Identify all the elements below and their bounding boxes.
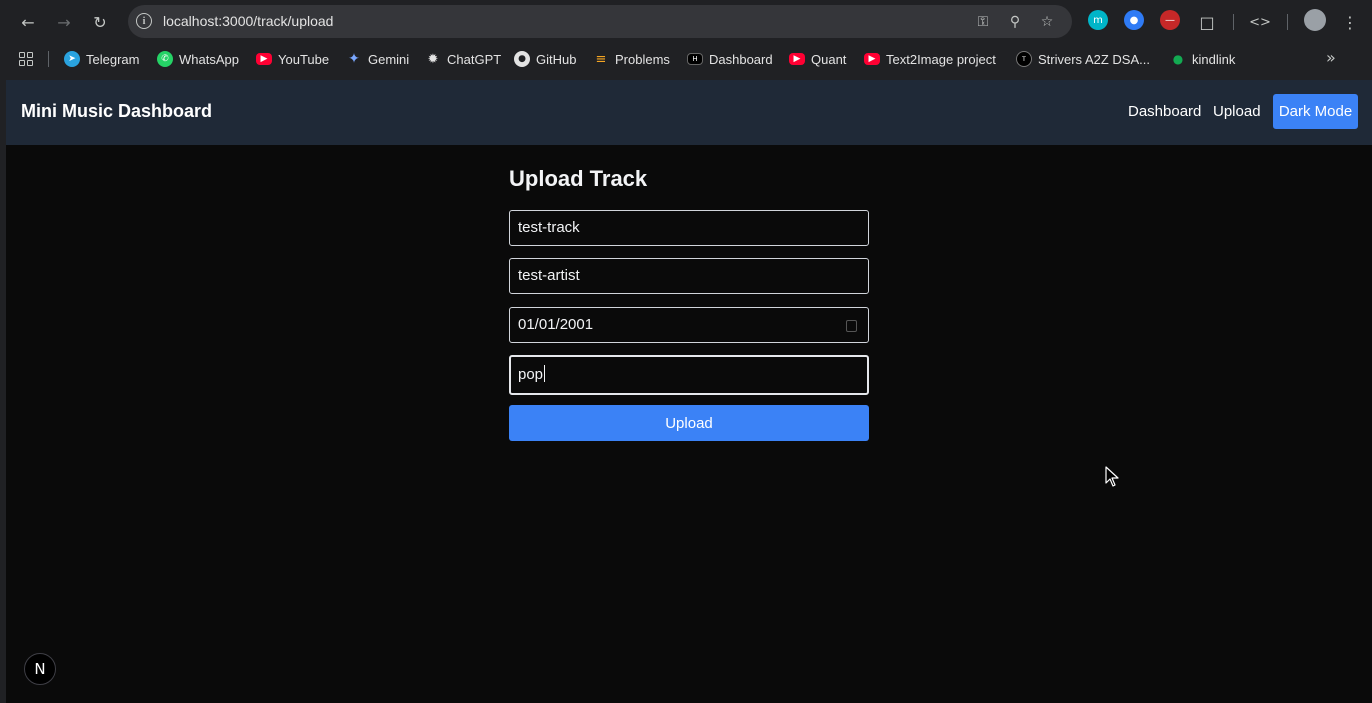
bookmark-whatsapp[interactable]: ✆ WhatsApp: [157, 50, 239, 68]
app-brand[interactable]: Mini Music Dashboard: [21, 101, 212, 122]
back-icon[interactable]: ←: [14, 8, 42, 36]
extension-block-icon[interactable]: —: [1160, 10, 1180, 30]
youtube-icon: ▶: [789, 53, 805, 65]
leaf-icon: ●: [1172, 52, 1184, 66]
devtools-code-icon[interactable]: <>: [1246, 8, 1274, 36]
telegram-icon: ➤: [64, 51, 80, 67]
bookmark-telegram[interactable]: ➤ Telegram: [64, 50, 139, 68]
nav-link-upload[interactable]: Upload: [1213, 103, 1261, 120]
zoom-icon[interactable]: ⚲: [1004, 11, 1026, 33]
bookmark-text2image[interactable]: ▶ Text2Image project: [864, 50, 996, 68]
artist-input[interactable]: test-artist: [509, 258, 869, 294]
bookmark-label: Problems: [615, 51, 670, 67]
mouse-pointer-icon: [1105, 466, 1119, 487]
bookmark-dashboard[interactable]: H Dashboard: [687, 50, 773, 68]
password-key-icon[interactable]: ⚿: [972, 11, 994, 33]
address-url[interactable]: localhost:3000/track/upload: [163, 13, 333, 29]
reload-icon[interactable]: ↻: [86, 8, 114, 36]
whatsapp-icon: ✆: [157, 51, 173, 67]
bookmark-label: Telegram: [86, 51, 140, 67]
app-navbar: Mini Music Dashboard Dashboard Upload Da…: [6, 80, 1372, 145]
bookmark-quant[interactable]: ▶ Quant: [789, 50, 846, 68]
release-date-value: 01/01/2001: [518, 316, 594, 333]
bookmark-label: kindlink: [1192, 51, 1236, 67]
genre-input[interactable]: pop: [509, 355, 869, 395]
nav-link-dashboard[interactable]: Dashboard: [1128, 103, 1201, 120]
extension-blue-icon[interactable]: ●: [1124, 10, 1144, 30]
dashboard-icon: H: [687, 53, 703, 65]
upload-submit-button[interactable]: Upload: [509, 405, 869, 441]
profile-avatar[interactable]: [1304, 9, 1326, 31]
address-bar[interactable]: i localhost:3000/track/upload ⚿ ⚲ ☆: [128, 5, 1072, 38]
bookmark-star-icon[interactable]: ☆: [1036, 11, 1058, 33]
bookmarks-divider: [48, 51, 49, 67]
calendar-icon[interactable]: [846, 320, 857, 332]
genre-value: pop: [518, 366, 544, 383]
bookmark-kindlink[interactable]: ● kindlink: [1170, 50, 1236, 68]
bookmark-label: Quant: [811, 51, 847, 67]
forward-icon[interactable]: →: [50, 8, 78, 36]
artist-value: test-artist: [518, 267, 580, 284]
bookmark-label: Strivers A2Z DSA...: [1038, 51, 1150, 67]
bookmark-label: YouTube: [278, 51, 330, 67]
window-edge: [0, 80, 6, 703]
bookmark-label: ChatGPT: [447, 51, 502, 67]
site-info-icon[interactable]: i: [136, 13, 152, 29]
bookmark-label: Gemini: [368, 51, 410, 67]
bookmark-youtube[interactable]: ▶ YouTube: [256, 50, 329, 68]
tuf-icon: T: [1016, 51, 1032, 67]
chatgpt-icon: ✹: [427, 51, 439, 67]
github-icon: ●: [514, 51, 530, 67]
bookmark-label: GitHub: [536, 51, 577, 67]
bookmark-strivers[interactable]: T Strivers A2Z DSA...: [1016, 50, 1150, 68]
browser-toolbar: ← → ↻ i localhost:3000/track/upload ⚿ ⚲ …: [0, 0, 1372, 80]
toolbar-divider: [1287, 14, 1288, 30]
bookmark-label: WhatsApp: [179, 51, 239, 67]
bookmark-chatgpt[interactable]: ✹ ChatGPT: [425, 50, 502, 68]
page-title: Upload Track: [509, 166, 648, 191]
youtube-icon: ▶: [256, 53, 272, 65]
bookmark-label: Dashboard: [709, 51, 773, 67]
more-bookmarks-icon[interactable]: »: [1326, 48, 1336, 67]
youtube-icon: ▶: [864, 53, 880, 65]
track-name-value: test-track: [518, 219, 580, 236]
bookmarks-bar: ➤ Telegram ✆ WhatsApp ▶ YouTube ✦ Gemini ✹ Ch…: [0, 44, 1372, 74]
menu-kebab-icon[interactable]: ⋮: [1336, 8, 1364, 36]
apps-grid-icon[interactable]: [19, 52, 33, 66]
gemini-sparkle-icon: ✦: [348, 51, 360, 67]
bookmark-github[interactable]: ● GitHub: [514, 50, 576, 68]
bookmark-problems[interactable]: ≡ Problems: [593, 50, 670, 68]
extension-m-icon[interactable]: m: [1088, 10, 1108, 30]
dark-mode-button[interactable]: Dark Mode: [1273, 94, 1358, 129]
extensions-puzzle-icon[interactable]: □: [1193, 8, 1221, 36]
text-caret: [544, 365, 546, 382]
toolbar-divider: [1233, 14, 1234, 30]
nextjs-dev-badge[interactable]: N: [24, 653, 56, 685]
bookmark-gemini[interactable]: ✦ Gemini: [346, 50, 409, 68]
release-date-input[interactable]: 01/01/2001: [509, 307, 869, 343]
bookmark-label: Text2Image project: [886, 51, 996, 67]
track-name-input[interactable]: test-track: [509, 210, 869, 246]
problems-icon: ≡: [595, 51, 607, 67]
